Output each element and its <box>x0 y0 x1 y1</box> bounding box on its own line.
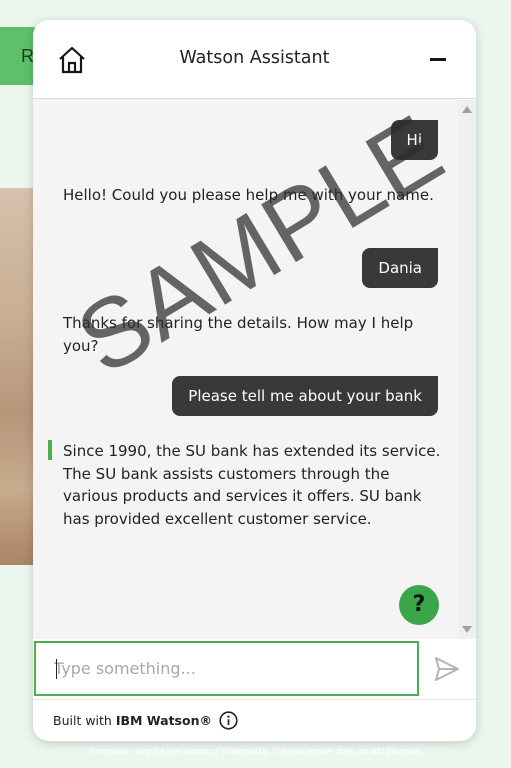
scroll-up-arrow-icon[interactable] <box>462 106 472 113</box>
built-with-label: Built with <box>53 713 112 728</box>
scrollbar[interactable] <box>458 100 476 639</box>
chat-widget: Watson Assistant Hi Hello! Could you ple… <box>33 20 476 741</box>
scroll-down-arrow-icon[interactable] <box>462 626 472 633</box>
input-area <box>33 639 476 699</box>
minimize-icon[interactable] <box>430 58 446 61</box>
user-message: Hi <box>390 120 438 160</box>
message-list: Hi Hello! Could you please help me with … <box>33 100 458 639</box>
chat-footer: Built with IBM Watson® <box>33 699 476 741</box>
chat-title: Watson Assistant <box>179 48 330 68</box>
built-with-text: Built with IBM Watson® <box>53 713 212 728</box>
user-message: Dania <box>362 248 438 288</box>
info-icon[interactable] <box>219 711 238 730</box>
text-caret <box>56 659 57 679</box>
bot-message: Hello! Could you please help me with you… <box>63 186 434 204</box>
bot-message: Thanks for sharing the details. How may … <box>63 314 414 355</box>
user-message: Please tell me about your bank <box>172 376 438 416</box>
help-button[interactable]: ? <box>399 585 439 625</box>
processed-notice: Processed using the free version of Wate… <box>88 746 423 756</box>
message-input-box[interactable] <box>34 641 419 696</box>
brand-name: IBM Watson® <box>115 713 212 728</box>
send-icon[interactable] <box>433 655 461 683</box>
bot-message: Since 1990, the SU bank has extended its… <box>63 442 441 528</box>
chat-header: Watson Assistant <box>33 20 476 99</box>
message-input[interactable] <box>36 643 417 694</box>
latest-message-marker <box>48 440 52 460</box>
